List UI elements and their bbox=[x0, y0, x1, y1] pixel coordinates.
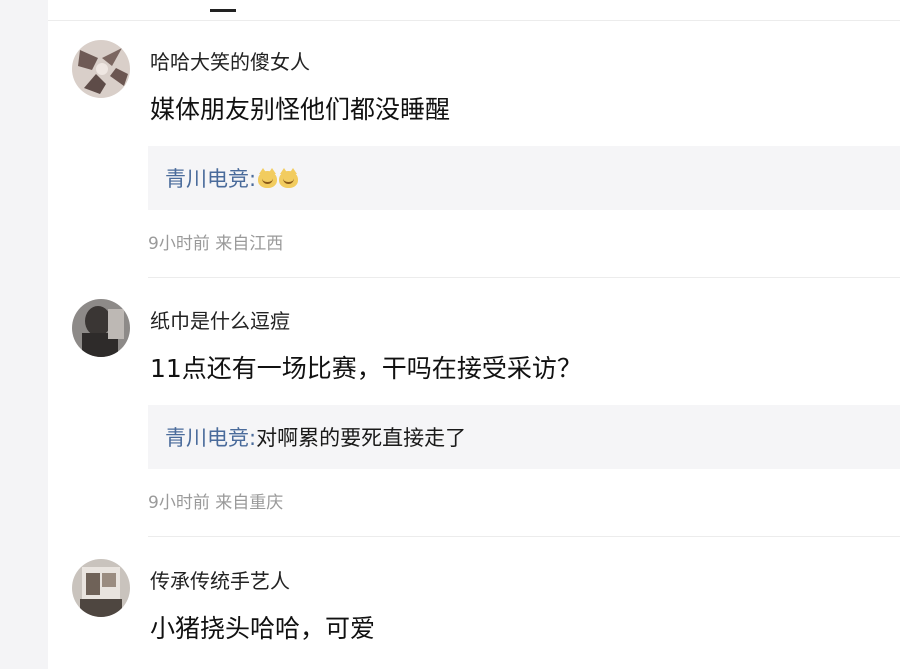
reply-box[interactable]: 青川电竞: bbox=[148, 146, 900, 210]
comment-text: 11点还有一场比赛，干吗在接受采访？ bbox=[150, 354, 582, 383]
top-divider bbox=[48, 20, 900, 21]
reply-line: 青川电竞: bbox=[165, 163, 299, 193]
comment-text: 小猪挠头哈哈，可爱 bbox=[150, 614, 376, 643]
cat-face-emoji-icon bbox=[258, 168, 278, 188]
avatar[interactable] bbox=[72, 559, 130, 617]
cat-face-emoji-icon bbox=[279, 168, 299, 188]
comment-divider bbox=[148, 277, 900, 278]
reply-line: 青川电竞:对啊累的要死直接走了 bbox=[165, 426, 467, 450]
reply-username[interactable]: 青川电竞 bbox=[165, 426, 249, 450]
avatar[interactable] bbox=[72, 299, 130, 357]
comment-username[interactable]: 传承传统手艺人 bbox=[150, 565, 290, 594]
avatar[interactable] bbox=[72, 40, 130, 98]
comment-text: 媒体朋友别怪他们都没睡醒 bbox=[150, 95, 451, 124]
reply-box[interactable]: 青川电竞:对啊累的要死直接走了 bbox=[148, 405, 900, 469]
comment-username[interactable]: 哈哈大笑的傻女人 bbox=[150, 46, 310, 75]
comment-divider bbox=[148, 536, 900, 537]
comment-username[interactable]: 纸巾是什么逗痘 bbox=[150, 305, 290, 334]
tab-indicator bbox=[210, 9, 236, 12]
reply-username[interactable]: 青川电竞 bbox=[165, 167, 249, 191]
comment-meta: 9小时前 来自重庆 bbox=[148, 493, 284, 513]
comment-meta: 9小时前 来自江西 bbox=[148, 234, 284, 254]
